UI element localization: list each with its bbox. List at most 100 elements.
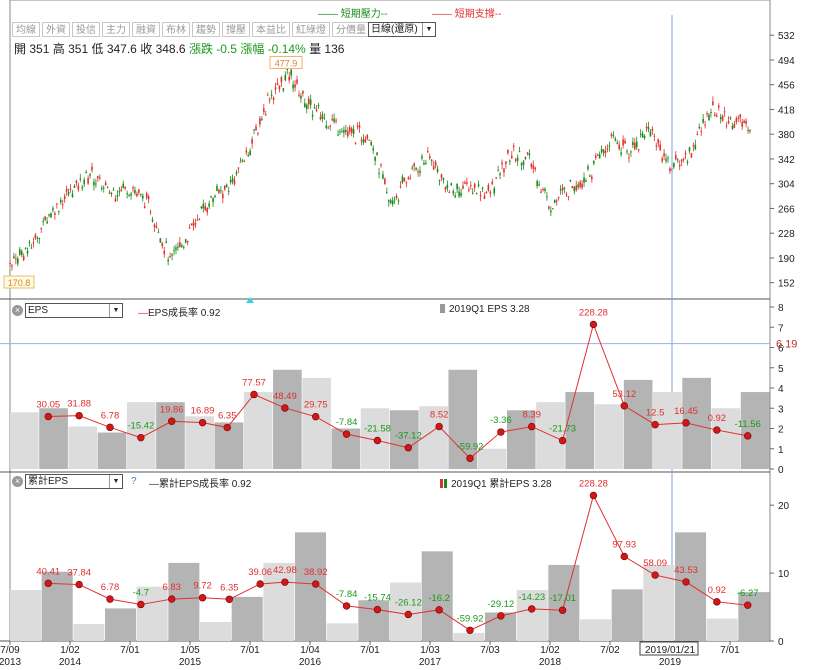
toolbar-button[interactable]: 投信: [72, 21, 100, 37]
candle-body: [354, 142, 357, 144]
toolbar-button[interactable]: 趨勢: [192, 21, 220, 37]
volume-label: 量: [309, 42, 322, 56]
price-y-tick-label: 228: [778, 229, 795, 240]
eps-panel-select[interactable]: EPS ▼: [25, 303, 123, 318]
chevron-down-icon: ▼: [109, 304, 122, 317]
eps-bar: [185, 416, 215, 469]
cum-eps-growth-point: [435, 606, 443, 614]
candle-body: [452, 191, 455, 194]
eps-growth-label: 16.45: [674, 406, 698, 417]
candle-body: [434, 161, 437, 166]
cum-eps-growth-point: [256, 580, 264, 588]
candle-body: [678, 164, 681, 167]
toolbar-button[interactable]: 主力: [102, 21, 130, 37]
candle-body: [225, 184, 228, 187]
chevron-down-icon: ▼: [422, 23, 435, 36]
candle-body: [432, 166, 435, 170]
candle-body: [725, 125, 728, 127]
toolbar-button[interactable]: 紅綠燈: [292, 21, 330, 37]
candle-body: [634, 142, 636, 149]
candle-body: [487, 184, 490, 191]
eps-growth-point: [281, 404, 289, 412]
candle-body: [376, 152, 378, 155]
candle-body: [99, 177, 101, 179]
candle-body: [454, 195, 456, 198]
price-y-tick-label: 532: [778, 31, 795, 42]
toolbar-button[interactable]: 均線: [12, 21, 40, 37]
candle-body: [448, 192, 451, 194]
candle-body: [491, 181, 494, 185]
eps-bar: [126, 402, 156, 469]
toolbar-button[interactable]: 本益比: [252, 21, 290, 37]
help-icon[interactable]: ?: [131, 476, 137, 487]
candle-body: [321, 114, 324, 119]
open-label: 開: [14, 42, 27, 56]
candle-body: [20, 251, 23, 256]
eps-growth-point: [373, 436, 382, 445]
candle-body: [208, 203, 210, 207]
candle-body: [71, 193, 74, 198]
close-eps-panel-icon[interactable]: ×: [12, 305, 23, 316]
candle-body: [24, 247, 27, 249]
eps-growth-point: [168, 417, 176, 425]
eps-y-tick-label: 1: [778, 445, 784, 456]
candle-body: [259, 118, 261, 125]
candle-body: [405, 182, 408, 184]
candle-body: [91, 166, 93, 171]
candle-body: [143, 206, 146, 209]
eps-bar: [39, 408, 68, 469]
eps-growth-label: -59.92: [457, 441, 484, 452]
legend-resistance: —— 短期壓力--: [318, 5, 387, 20]
toolbar-button[interactable]: 撐壓: [222, 21, 250, 37]
candle-body: [598, 154, 601, 159]
candle-body: [401, 176, 404, 183]
candle-body: [591, 176, 593, 180]
close-cum-eps-panel-icon[interactable]: ×: [12, 476, 23, 487]
candle-body: [708, 114, 710, 121]
cum-eps-growth-label: 0.92: [708, 585, 727, 596]
candle-body: [126, 193, 128, 195]
candle-body: [161, 243, 164, 247]
eps-growth-point: [404, 444, 412, 452]
candle-body: [54, 213, 56, 215]
toolbar-button[interactable]: 分價量: [332, 21, 370, 37]
toolbar-button[interactable]: 融資: [132, 21, 160, 37]
eps-growth-point: [342, 430, 351, 438]
candle-body: [196, 219, 199, 221]
eps-bar: [740, 392, 770, 469]
candle-body: [592, 160, 595, 164]
candle-body: [735, 118, 738, 123]
candle-body: [528, 153, 531, 156]
cum-eps-bar: [738, 592, 770, 641]
candle-body: [657, 139, 660, 144]
cum-eps-panel-select[interactable]: 累計EPS ▼: [25, 474, 123, 489]
candle-body: [442, 177, 445, 180]
candle-body: [337, 134, 339, 136]
change-label: 漲跌: [188, 42, 213, 56]
candle-body: [18, 249, 21, 255]
cum-eps-growth-point: [168, 595, 176, 603]
resistance-label: 短期壓力--: [340, 9, 388, 20]
cum-eps-bar: [263, 562, 295, 641]
candle-body: [59, 200, 62, 203]
price-y-tick-label: 190: [778, 254, 795, 265]
eps-y-tick-label: 8: [778, 303, 784, 314]
eps-growth-point: [106, 423, 114, 432]
candle-body: [551, 208, 554, 210]
candle-body: [466, 182, 468, 184]
x-year-label: 2016: [299, 657, 322, 668]
eps-bar: [360, 408, 390, 469]
toolbar-button[interactable]: 外資: [42, 21, 70, 37]
cum-eps-growth-label: 6.35: [220, 582, 239, 593]
chart-frame: [9, 0, 771, 642]
cum-eps-bar: [168, 562, 200, 641]
toolbar-button[interactable]: 布林: [162, 21, 190, 37]
candle-body: [77, 185, 80, 190]
cum-eps-growth-point: [281, 578, 289, 586]
cum-eps-bar: [136, 586, 168, 641]
candle-body: [509, 160, 511, 162]
cum-eps-growth-point: [373, 605, 382, 614]
candle-body: [313, 107, 316, 109]
period-select[interactable]: 日線(還原) ▼: [368, 22, 436, 37]
eps-bar: [682, 377, 711, 469]
